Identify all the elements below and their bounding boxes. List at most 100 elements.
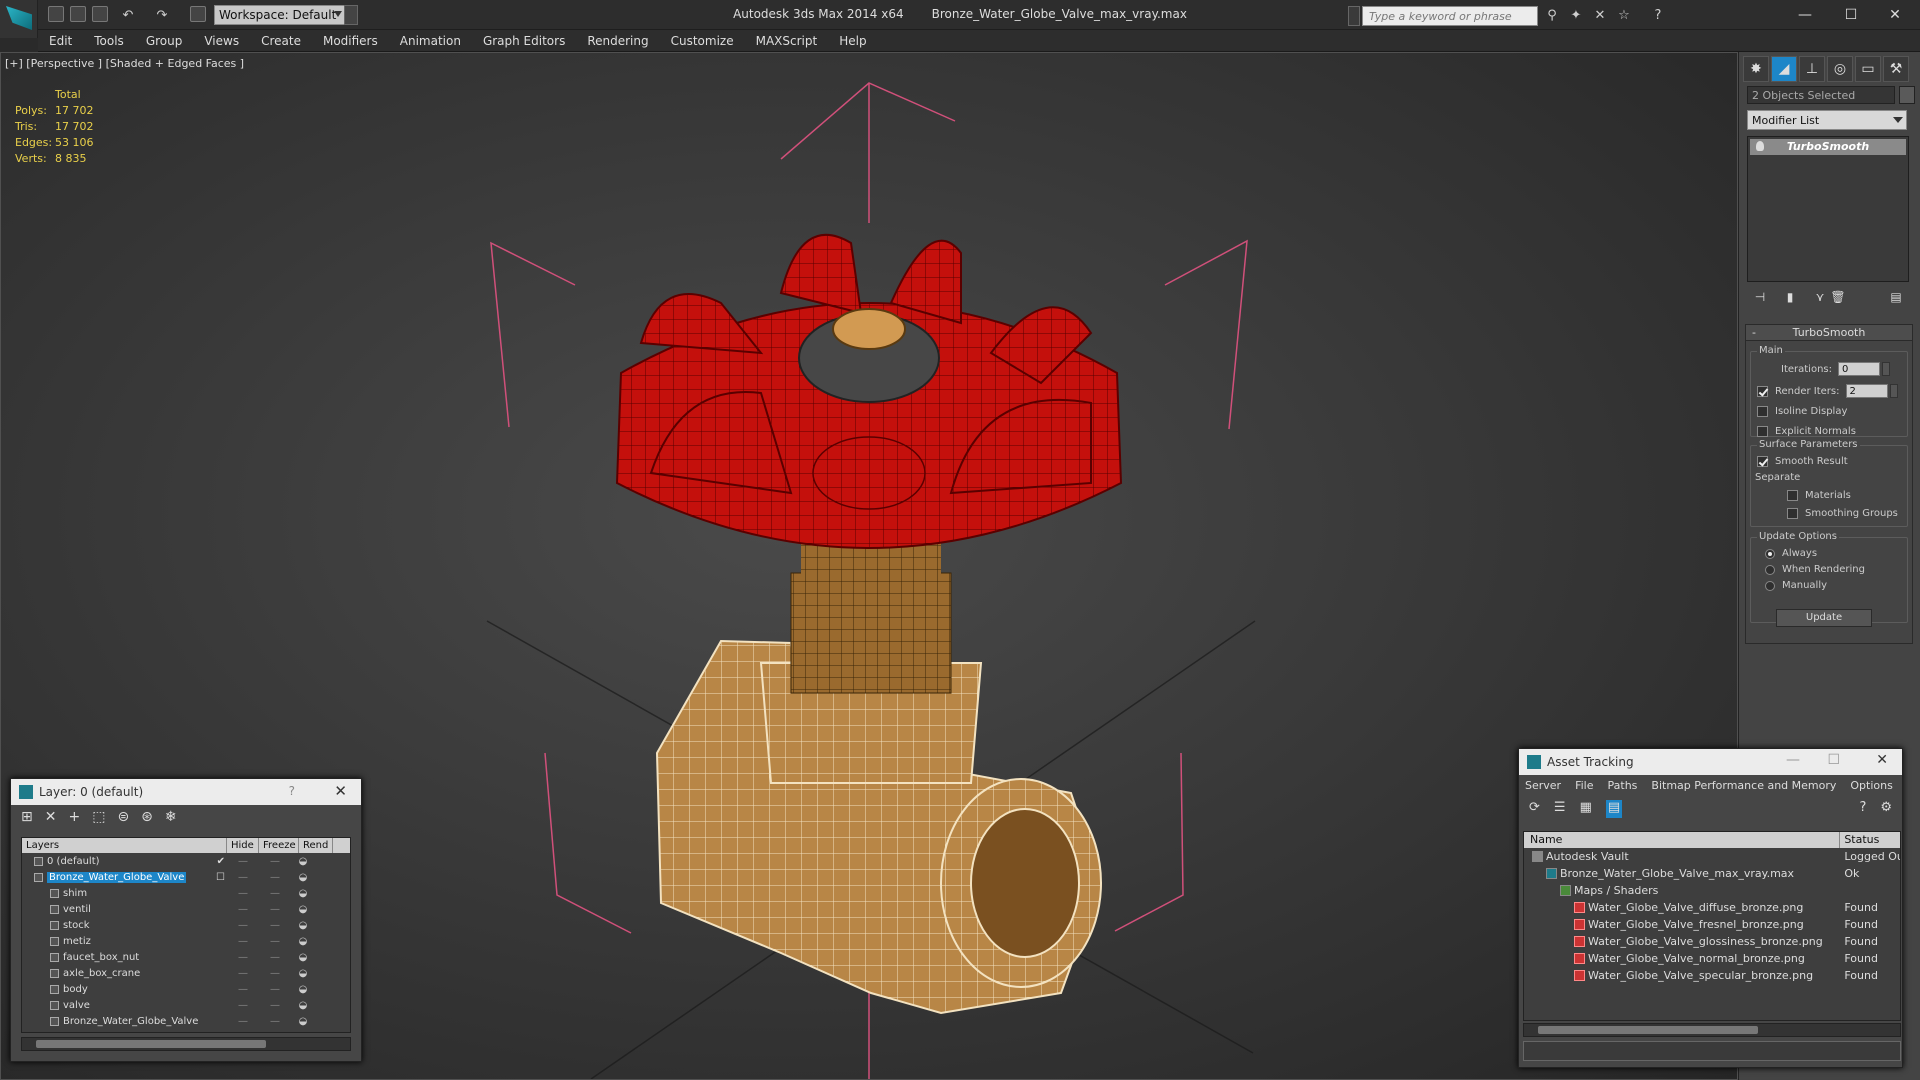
freeze-toggle[interactable]: — — [259, 1000, 291, 1011]
menu-animation[interactable]: Animation — [389, 30, 472, 52]
menu-edit[interactable]: Edit — [38, 30, 83, 52]
asset-menu-paths[interactable]: Paths — [1608, 779, 1638, 793]
always-radio[interactable] — [1765, 548, 1775, 559]
create-layer-icon[interactable]: ⊞ — [21, 809, 33, 827]
binoculars-icon[interactable]: ⚲ — [1544, 8, 1560, 24]
freeze-toggle[interactable]: — — [259, 936, 291, 947]
freeze-toggle[interactable]: — — [259, 984, 291, 995]
table-view-icon[interactable]: ▤ — [1605, 800, 1623, 818]
modifier-stack[interactable]: TurboSmooth — [1747, 136, 1909, 282]
hide-toggle[interactable]: — — [227, 904, 259, 915]
horizontal-scrollbar[interactable] — [21, 1037, 351, 1051]
asset-row[interactable]: Water_Globe_Valve_normal_bronze.png Found — [1524, 950, 1900, 967]
col-layers[interactable]: Layers — [22, 838, 227, 853]
hide-toggle[interactable]: — — [227, 872, 259, 883]
current-layer-icon[interactable]: ✔ — [217, 856, 225, 867]
dialog-title-bar[interactable]: Asset Tracking — ☐ ✕ — [1519, 749, 1902, 775]
hide-toggle[interactable]: — — [227, 856, 259, 867]
menu-views[interactable]: Views — [193, 30, 250, 52]
freeze-toggle[interactable]: — — [259, 920, 291, 931]
object-color-swatch[interactable] — [1899, 86, 1915, 104]
light-bulb-icon[interactable] — [1756, 141, 1764, 151]
menu-group[interactable]: Group — [135, 30, 194, 52]
render-teapot-icon[interactable]: ◒ — [291, 872, 315, 883]
modifier-list-dropdown[interactable]: Modifier List — [1747, 110, 1907, 130]
menu-create[interactable]: Create — [250, 30, 312, 52]
asset-row[interactable]: Water_Globe_Valve_diffuse_bronze.png Foun… — [1524, 899, 1900, 916]
render-teapot-icon[interactable]: ◒ — [291, 904, 315, 915]
make-unique-icon[interactable]: ⋎ — [1811, 288, 1829, 306]
asset-row[interactable]: Water_Globe_Valve_specular_bronze.png Fou… — [1524, 967, 1900, 984]
col-render[interactable]: Rend — [299, 838, 333, 853]
horizontal-scrollbar[interactable] — [1523, 1023, 1901, 1037]
smooth-result-checkbox[interactable] — [1757, 456, 1768, 467]
menu-tools[interactable]: Tools — [83, 30, 135, 52]
freeze-toggle[interactable]: — — [259, 904, 291, 915]
thumbnail-view-icon[interactable]: ▦ — [1580, 800, 1592, 818]
render-teapot-icon[interactable]: ◒ — [291, 888, 315, 899]
vault-help-icon[interactable]: ? — [1859, 800, 1866, 818]
layer-row[interactable]: stock — — ◒ — [22, 917, 350, 933]
hide-toggle[interactable]: — — [227, 1000, 259, 1011]
list-view-icon[interactable]: ☰ — [1554, 800, 1566, 818]
freeze-toggle[interactable]: — — [259, 1016, 291, 1027]
help-icon[interactable]: ? — [289, 784, 295, 798]
menu-graph-editors[interactable]: Graph Editors — [472, 30, 576, 52]
display-tab-icon[interactable]: ▭ — [1855, 56, 1881, 82]
minimize-icon[interactable]: — — [1786, 752, 1800, 768]
maximize-icon[interactable]: ☐ — [1827, 752, 1840, 768]
hide-toggle[interactable]: — — [227, 1016, 259, 1027]
hierarchy-tab-icon[interactable]: ⊥ — [1799, 56, 1825, 82]
layer-row[interactable]: valve — — ◒ — [22, 997, 350, 1013]
scrollbar-thumb[interactable] — [1538, 1026, 1758, 1034]
hide-toggle[interactable]: — — [227, 952, 259, 963]
hide-toggle[interactable]: — — [227, 920, 259, 931]
freeze-toggle[interactable]: — — [259, 872, 291, 883]
explicit-normals-checkbox[interactable] — [1757, 426, 1768, 437]
refresh-icon[interactable]: ⟳ — [1529, 800, 1540, 818]
asset-row[interactable]: Autodesk Vault Logged Ou — [1524, 848, 1900, 865]
asset-row[interactable]: Water_Globe_Valve_glossiness_bronze.png F… — [1524, 933, 1900, 950]
menu-maxscript[interactable]: MAXScript — [745, 30, 829, 52]
minimize-icon[interactable]: — — [1790, 4, 1820, 26]
asset-menu-options[interactable]: Options — [1850, 779, 1892, 793]
help-icon[interactable]: ? — [1650, 8, 1666, 24]
menu-modifiers[interactable]: Modifiers — [312, 30, 389, 52]
col-freeze[interactable]: Freeze — [259, 838, 299, 853]
hide-toggle[interactable]: — — [227, 968, 259, 979]
dialog-title-bar[interactable]: Layer: 0 (default)? ✕ — [11, 779, 361, 805]
smoothing-groups-checkbox[interactable] — [1787, 508, 1798, 519]
materials-checkbox[interactable] — [1787, 490, 1798, 501]
layer-row[interactable]: Bronze_Water_Globe_Valve ☐ — — ◒ — [22, 869, 350, 885]
menu-rendering[interactable]: Rendering — [576, 30, 659, 52]
asset-path-field[interactable] — [1523, 1041, 1901, 1061]
rollout-header[interactable]: - TurboSmooth — [1746, 325, 1912, 341]
object-name-field[interactable]: 2 Objects Selected — [1747, 86, 1895, 104]
iterations-spinner[interactable]: 0 — [1838, 362, 1880, 376]
close-icon[interactable]: ✕ — [1880, 4, 1910, 26]
modify-tab-icon[interactable]: ◢ — [1771, 56, 1797, 82]
isoline-checkbox[interactable] — [1757, 406, 1768, 417]
layer-row[interactable]: shim — — ◒ — [22, 885, 350, 901]
render-teapot-icon[interactable]: ◒ — [291, 1000, 315, 1011]
render-teapot-icon[interactable]: ◒ — [291, 856, 315, 867]
layer-row[interactable]: metiz — — ◒ — [22, 933, 350, 949]
maximize-icon[interactable]: ☐ — [1836, 4, 1866, 26]
search-input[interactable]: Type a keyword or phrase — [1362, 6, 1538, 26]
render-teapot-icon[interactable]: ◒ — [291, 936, 315, 947]
spinner-arrows-icon[interactable] — [1882, 362, 1890, 376]
layer-row[interactable]: axle_box_crane — — ◒ — [22, 965, 350, 981]
hide-toggle[interactable]: — — [227, 984, 259, 995]
search-expand-button[interactable] — [1348, 6, 1360, 26]
add-to-layer-icon[interactable]: + — [68, 809, 80, 827]
hide-toggle[interactable]: — — [227, 888, 259, 899]
settings-icon[interactable]: ⚙ — [1880, 800, 1892, 818]
asset-row[interactable]: Bronze_Water_Globe_Valve_max_vray.max Ok — [1524, 865, 1900, 882]
hide-all-icon[interactable]: ⊛ — [141, 809, 153, 827]
asset-menu-file[interactable]: File — [1575, 779, 1593, 793]
freeze-toggle[interactable]: — — [259, 856, 291, 867]
subscription-icon[interactable]: ✦ — [1568, 8, 1584, 24]
stack-item-turbosmooth[interactable]: TurboSmooth — [1750, 139, 1906, 155]
pin-stack-icon[interactable]: ⊣ — [1751, 288, 1769, 306]
asset-menu-server[interactable]: Server — [1525, 779, 1561, 793]
